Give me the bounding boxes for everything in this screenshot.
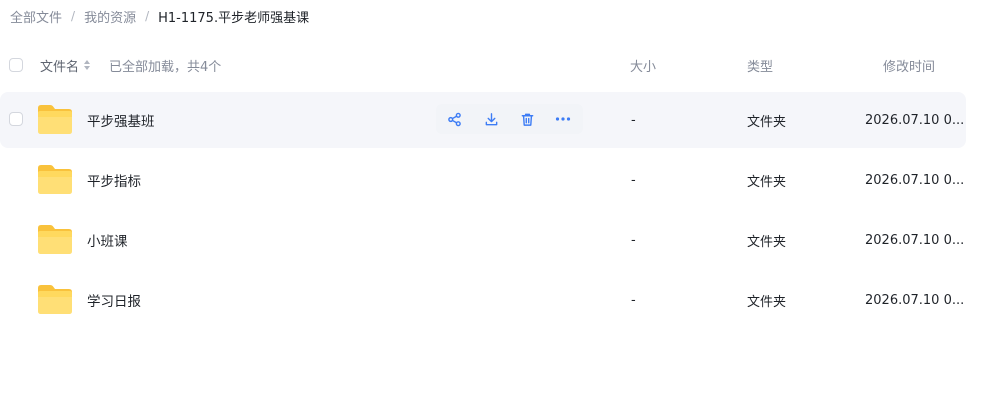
file-type: 文件夹	[747, 114, 787, 130]
breadcrumb-current: H1-1175.平步老师强基课	[158, 10, 310, 26]
folder-icon	[37, 223, 73, 255]
file-list-header: 文件名 已全部加载，共4个 大小 类型 修改时间	[0, 52, 966, 78]
breadcrumb-separator: /	[145, 9, 150, 23]
file-name[interactable]: 平步指标	[87, 152, 141, 208]
column-header-type: 类型	[747, 59, 774, 75]
sort-icon[interactable]	[83, 59, 91, 71]
file-mtime: 2026.07.10 0...	[865, 232, 965, 248]
file-name[interactable]: 平步强基班	[87, 92, 155, 148]
file-mtime: 2026.07.10 0...	[865, 292, 965, 308]
folder-icon	[37, 283, 73, 315]
file-row[interactable]: 平步指标 - 文件夹 2026.07.10 0...	[0, 152, 966, 208]
file-row[interactable]: 平步强基班 - 文件夹 2026.07.10 0...	[0, 92, 966, 148]
folder-icon	[37, 163, 73, 195]
download-icon[interactable]	[481, 109, 501, 129]
file-size: -	[631, 292, 636, 308]
column-header-size: 大小	[630, 59, 657, 75]
file-name[interactable]: 学习日报	[87, 272, 141, 328]
row-checkbox[interactable]	[9, 112, 23, 126]
file-type: 文件夹	[747, 174, 787, 190]
select-all-checkbox[interactable]	[9, 52, 23, 78]
file-mtime: 2026.07.10 0...	[865, 112, 965, 128]
file-type: 文件夹	[747, 234, 787, 250]
file-type: 文件夹	[747, 294, 787, 310]
file-row[interactable]: 小班课 - 文件夹 2026.07.10 0...	[0, 212, 966, 268]
breadcrumb-item-all-files[interactable]: 全部文件	[10, 7, 62, 26]
file-manager: 全部文件 / 我的资源 / H1-1175.平步老师强基课 文件名 已全部加载，…	[0, 0, 982, 407]
file-size: -	[631, 112, 636, 128]
file-size: -	[631, 172, 636, 188]
file-size: -	[631, 232, 636, 248]
column-header-name-label: 文件名	[40, 59, 80, 75]
column-header-mtime[interactable]: 修改时间	[883, 52, 935, 78]
file-name[interactable]: 小班课	[87, 212, 128, 268]
folder-icon	[37, 103, 73, 135]
file-row[interactable]: 学习日报 - 文件夹 2026.07.10 0...	[0, 272, 966, 328]
share-icon[interactable]	[444, 109, 464, 129]
trash-icon[interactable]	[517, 109, 537, 129]
column-header-name[interactable]: 文件名	[40, 52, 91, 78]
loaded-count-text: 已全部加载，共4个	[109, 59, 222, 75]
file-mtime: 2026.07.10 0...	[865, 172, 965, 188]
breadcrumb: 全部文件 / 我的资源 / H1-1175.平步老师强基课	[10, 6, 309, 26]
row-actions	[436, 104, 583, 134]
more-icon[interactable]	[553, 109, 573, 129]
breadcrumb-item-my-resources[interactable]: 我的资源	[84, 7, 136, 26]
breadcrumb-separator: /	[71, 9, 76, 23]
